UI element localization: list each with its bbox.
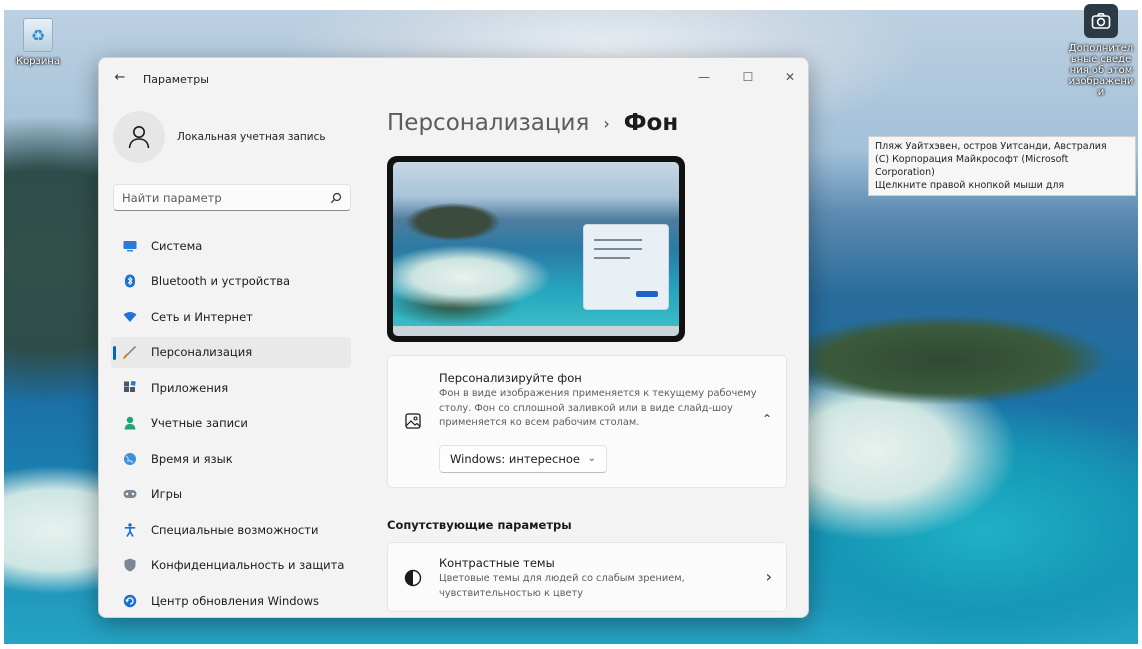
collapse-chevron-icon[interactable]: ⌃ — [762, 412, 772, 426]
sidebar-item-apps[interactable]: Приложения — [111, 372, 351, 403]
sidebar-item-windows-update[interactable]: Центр обновления Windows — [111, 585, 351, 616]
image-icon — [404, 412, 422, 430]
related-settings-heading: Сопутствующие параметры — [387, 518, 572, 532]
bluetooth-icon — [123, 274, 137, 288]
tooltip-line: (С) Корпорация Майкрософт (Microsoft Cor… — [875, 154, 1069, 178]
background-settings-card: Персонализируйте фон Фон в виде изображе… — [387, 355, 787, 488]
sidebar-item-gaming[interactable]: Игры — [111, 479, 351, 510]
spotlight-label: Дополнительные сведения об этом изображе… — [1068, 43, 1134, 98]
search-icon[interactable] — [330, 192, 342, 204]
settings-window: ← Параметры — ☐ ✕ Локальная учетная запи… — [98, 57, 809, 618]
sidebar-nav: Система Bluetooth и устройства Сеть и Ин… — [111, 230, 351, 617]
sidebar-item-label: Приложения — [151, 380, 229, 395]
sidebar-item-personalization[interactable]: Персонализация — [111, 336, 351, 368]
tooltip-line: Пляж Уайтхэвен, остров Уитсанди, Австрал… — [875, 141, 1107, 152]
sidebar-item-label: Сеть и Интернет — [151, 309, 253, 324]
chevron-right-icon: › — [765, 567, 772, 586]
spotlight-info[interactable]: Дополнительные сведения об этом изображе… — [1068, 4, 1134, 98]
maximize-button[interactable]: ☐ — [728, 64, 768, 90]
preview-taskbar — [393, 326, 679, 336]
display-icon — [123, 239, 137, 253]
sidebar-item-time-language[interactable]: Время и язык — [111, 443, 351, 474]
sidebar-item-bluetooth[interactable]: Bluetooth и устройства — [111, 266, 351, 297]
background-type-dropdown[interactable]: Windows: интересное ⌄ — [439, 445, 607, 473]
dropdown-selected-value: Windows: интересное — [450, 452, 580, 466]
sidebar-item-label: Центр обновления Windows — [151, 593, 319, 608]
title-bar: ← Параметры — ☐ ✕ — [99, 58, 808, 100]
user-name: Локальная учетная запись — [177, 131, 326, 143]
contrast-icon — [404, 569, 422, 587]
card-description: Фон в виде изображения применяется к тек… — [439, 388, 757, 428]
page-title: Фон — [623, 110, 679, 136]
person-icon — [128, 126, 150, 149]
sidebar-item-label: Игры — [151, 487, 183, 501]
sidebar-item-network[interactable]: Сеть и Интернет — [111, 301, 351, 332]
accessibility-icon — [123, 522, 137, 537]
gamepad-icon — [123, 487, 137, 501]
search-box[interactable] — [113, 184, 351, 211]
breadcrumb-parent[interactable]: Персонализация — [387, 110, 589, 136]
wallpaper-preview — [393, 162, 679, 336]
tooltip-line: Щелкните правой кнопкой мыши для — [875, 180, 1065, 191]
close-button[interactable]: ✕ — [770, 64, 808, 90]
back-arrow-icon[interactable]: ← — [111, 70, 129, 85]
recycle-bin-label: Корзина — [15, 56, 61, 67]
camera-icon[interactable] — [1084, 4, 1118, 38]
avatar — [113, 111, 165, 163]
breadcrumb-separator: › — [603, 113, 610, 133]
recycle-bin[interactable]: ♻ Корзина — [12, 18, 64, 67]
spotlight-tooltip: Пляж Уайтхэвен, остров Уитсанди, Австрал… — [868, 136, 1136, 196]
sidebar-item-accounts[interactable]: Учетные записи — [111, 408, 351, 439]
sidebar-item-label: Bluetooth и устройства — [151, 274, 291, 288]
sidebar-item-label: Время и язык — [151, 451, 233, 466]
desktop-preview — [387, 156, 685, 342]
app-title: Параметры — [143, 73, 209, 86]
globe-icon — [123, 452, 137, 466]
chevron-down-icon: ⌄ — [587, 453, 596, 464]
recycle-bin-icon: ♻ — [23, 18, 53, 52]
sidebar-item-label: Специальные возможности — [151, 522, 319, 537]
user-account[interactable]: Локальная учетная запись — [113, 110, 326, 164]
card-description: Цветовые темы для людей со слабым зрение… — [439, 573, 685, 599]
breadcrumb: Персонализация › Фон — [387, 110, 678, 136]
sidebar-item-accessibility[interactable]: Специальные возможности — [111, 514, 351, 545]
brush-icon — [123, 345, 137, 359]
update-icon — [123, 594, 137, 608]
card-title: Контрастные темы — [439, 556, 555, 570]
sidebar-item-label: Конфиденциальность и защита — [151, 558, 345, 572]
sidebar-item-label: Система — [151, 238, 203, 253]
sidebar-item-label: Учетные записи — [151, 416, 248, 430]
sidebar-item-label: Персонализация — [151, 345, 253, 359]
apps-icon — [123, 380, 137, 395]
minimize-button[interactable]: — — [684, 64, 724, 90]
wifi-icon — [123, 310, 137, 324]
preview-window-mockup — [583, 224, 669, 310]
person-icon — [123, 416, 137, 430]
sidebar-item-system[interactable]: Система — [111, 230, 351, 261]
contrast-themes-card[interactable]: Контрастные темы Цветовые темы для людей… — [387, 542, 787, 612]
sidebar-item-privacy[interactable]: Конфиденциальность и защита — [111, 550, 351, 581]
card-title: Персонализируйте фон — [439, 371, 582, 385]
search-input[interactable] — [122, 190, 330, 205]
shield-icon — [123, 558, 137, 572]
